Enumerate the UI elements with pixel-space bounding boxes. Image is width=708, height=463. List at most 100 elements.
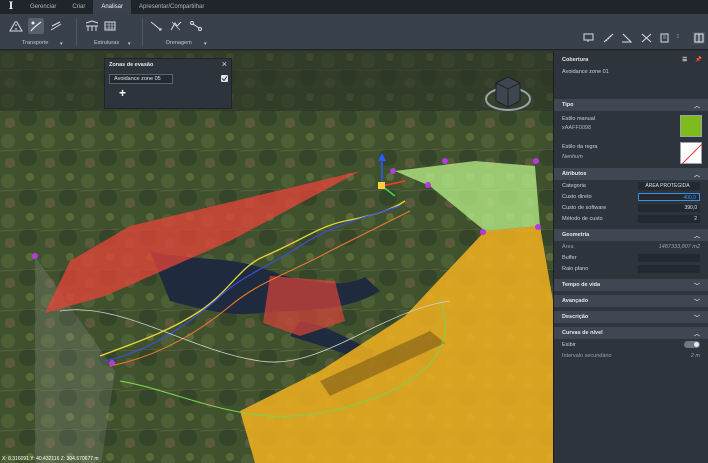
tab-gerenciar[interactable]: Gerenciar [22,0,64,14]
control-point[interactable] [425,182,431,188]
area-unit: m2 [692,243,700,250]
angle-icon[interactable] [621,33,633,45]
measure-icon[interactable] [603,33,614,45]
attribute-label: Custo direto [562,193,592,200]
cost-method-field[interactable]: 2 [638,214,700,223]
menu-icon[interactable]: ☰ [682,57,687,63]
flat-radius-field[interactable] [638,264,700,273]
section-atributos[interactable]: Atributos ︿ [554,168,708,180]
tools-icon[interactable] [641,33,652,45]
document-icon[interactable] [659,33,670,45]
manual-style-swatch[interactable] [680,115,702,137]
control-point[interactable] [533,158,539,164]
chevron-up-icon[interactable]: ︿ [694,329,700,338]
chevron-up-icon[interactable]: ︿ [694,170,700,179]
more-icon[interactable]: ⁝ [677,33,679,40]
top-tab-bar: I Gerenciar Criar Analisar Apresentar/Co… [0,0,708,14]
direct-cost-field[interactable]: 400,0 [638,192,700,201]
watershed-icon[interactable] [168,18,184,34]
software-cost-field[interactable]: 390,0 [638,203,700,212]
section-title: Tipo [562,102,574,108]
manual-style-label: Estilo manual [562,116,596,122]
control-point[interactable] [32,253,38,259]
control-point[interactable] [109,360,115,366]
chevron-down-icon[interactable]: ▾ [60,41,63,47]
chevron-up-icon[interactable]: ︿ [694,231,700,240]
attribute-label: Categoria [562,182,586,189]
chevron-down-icon[interactable]: ▾ [204,41,207,47]
area-label: Área [562,243,574,250]
section-avancado[interactable]: Avançado ﹀ [554,295,708,307]
tipo-body: Estilo manual xAAFF0098 Estilo da regra … [554,111,708,167]
horizon-haze [0,51,553,111]
tab-criar[interactable]: Criar [64,0,93,14]
section-tempo-de-vida[interactable]: Tempo de vida ﹀ [554,279,708,291]
buffer-label: Buffer [562,254,577,261]
panel-header: Cobertura ☰ 📌 [554,54,708,66]
transport-corridor-icon[interactable] [28,18,44,34]
screen-icon[interactable] [583,33,594,45]
category-field[interactable]: ÁREA PROTEGIDA [638,181,700,190]
road-icon[interactable] [8,18,24,34]
section-title: Atributos [562,171,587,177]
ribbon-group-label: Transporte [22,40,49,46]
chevron-down-icon[interactable]: ﹀ [694,281,700,290]
tab-apresentar[interactable]: Apresentar/Compartilhar [131,0,212,14]
chevron-down-icon[interactable]: ▾ [128,41,131,47]
interval-unit: m [695,352,700,359]
ribbon-divider [142,18,143,46]
panel-toggle-icon[interactable] [693,32,705,44]
attribute-row: Método de custo 2 [554,213,708,224]
attribute-label: Custo de software [562,204,607,211]
chevron-up-icon[interactable]: ︿ [694,101,700,110]
panel-subtitle: Avoidance zone 01 [562,69,609,75]
section-title: Geometria [562,232,590,238]
ribbon-group-transporte: Transporte ▾ [4,16,68,48]
bridge-icon[interactable] [84,18,100,34]
ribbon-divider [76,18,77,46]
section-descricao[interactable]: Descrição ﹀ [554,311,708,323]
visibility-checkbox[interactable] [221,75,228,82]
buffer-field[interactable] [638,253,700,262]
attribute-row: Custo direto 400,0 [554,191,708,202]
avoidance-zone-item[interactable]: Avoidance zone 05 [109,74,173,84]
ribbon-group-label: Drenagem [166,40,192,46]
pin-icon[interactable]: 📌 [695,57,702,63]
app-logo[interactable]: I [0,0,22,14]
section-curvas-de-nivel[interactable]: Curvas de nível ︿ [554,327,708,339]
coordinates-readout: X: 8.316091 Y: 40.432116 Z: 304.670677 m [2,456,99,462]
flat-radius-label: Raio plano [562,265,589,272]
3d-viewport[interactable]: X: 8.316091 Y: 40.432116 Z: 304.670677 m [0,51,553,463]
panel-title: Cobertura [562,57,589,63]
geometry-row: Buffer [554,252,708,263]
section-tipo[interactable]: Tipo ︿ [554,99,708,111]
control-point[interactable] [480,229,486,235]
interval-value: 2 [690,352,694,359]
tab-analisar[interactable]: Analisar [93,0,132,14]
close-icon[interactable]: × [222,60,227,69]
section-title: Curvas de nível [562,330,603,336]
section-geometria[interactable]: Geometria ︿ [554,229,708,241]
contour-row: Intervalo secundário 2 m [554,350,708,361]
control-point[interactable] [390,168,396,174]
terrain-scene[interactable] [0,51,553,463]
structure-grid-icon[interactable] [102,18,118,34]
attribute-row: Categoria ÁREA PROTEGIDA [554,180,708,191]
control-point[interactable] [442,158,448,164]
rule-style-value: Nenhum [562,154,583,160]
drainage-flow-icon[interactable] [148,18,164,34]
railway-icon[interactable] [48,18,64,34]
interval-label: Intervalo secundário [562,352,612,359]
rule-style-swatch[interactable] [680,142,703,165]
add-zone-button[interactable]: + [119,86,126,100]
attribute-label: Método de custo [562,215,603,222]
show-toggle[interactable] [684,341,700,348]
right-toolbar: ⁝ [553,30,708,50]
control-point[interactable] [535,224,541,230]
pipe-network-icon[interactable] [188,18,204,34]
chevron-down-icon[interactable]: ﹀ [694,313,700,322]
chevron-down-icon[interactable]: ﹀ [694,297,700,306]
section-title: Avançado [562,298,589,304]
show-label: Exibir [562,341,576,348]
attribute-row: Custo de software 390,0 [554,202,708,213]
